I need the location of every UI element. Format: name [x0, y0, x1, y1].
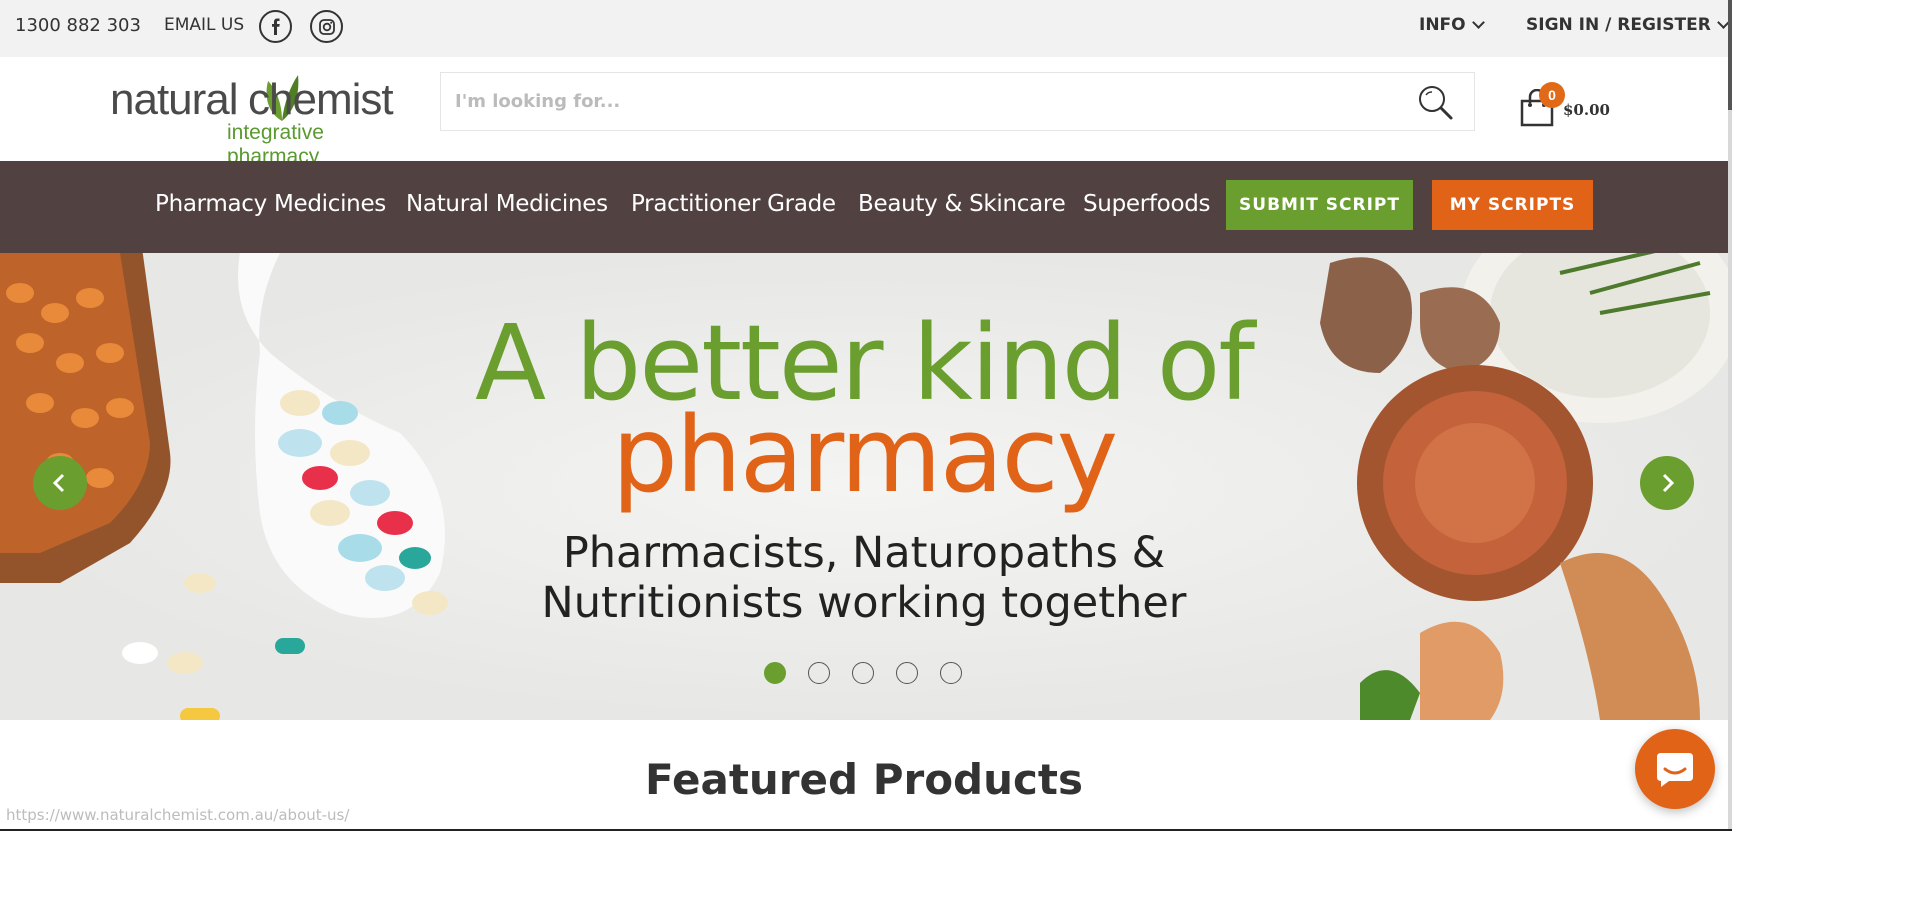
nav-natural-medicines[interactable]: Natural Medicines: [406, 191, 608, 217]
carousel-dots: [764, 662, 962, 684]
sign-in-label: SIGN IN / REGISTER: [1526, 15, 1711, 35]
web-page: 1300 882 303 EMAIL US INFO SIGN IN / REG…: [0, 0, 1728, 829]
chevron-down-icon: [1716, 16, 1728, 29]
hero-carousel: A better kind of pharmacy Pharmacists, N…: [0, 253, 1728, 720]
my-scripts-button[interactable]: MY SCRIPTS: [1432, 180, 1593, 230]
sign-in-register-menu[interactable]: SIGN IN / REGISTER: [1526, 15, 1728, 35]
search-input[interactable]: [441, 73, 1401, 130]
carousel-dot[interactable]: [852, 662, 874, 684]
logo-word-chemist: chemist: [248, 75, 394, 124]
hero-headline-line2: pharmacy: [611, 394, 1118, 516]
site-header: natural chemist integrative pharmacy 0 $…: [0, 57, 1728, 168]
phone-number-link[interactable]: 1300 882 303: [15, 15, 141, 36]
search-icon[interactable]: [1415, 83, 1455, 123]
chevron-down-icon: [1471, 16, 1485, 29]
logo-word-natural: natural: [110, 75, 239, 124]
page-scrollbar-thumb[interactable]: [1728, 0, 1732, 110]
submit-script-button[interactable]: SUBMIT SCRIPT: [1226, 180, 1413, 230]
carousel-next-button[interactable]: [1640, 456, 1694, 510]
instagram-icon[interactable]: [310, 10, 343, 43]
live-chat-button[interactable]: [1635, 729, 1715, 809]
facebook-icon[interactable]: [259, 10, 292, 43]
carousel-prev-button[interactable]: [33, 456, 87, 510]
carousel-dot[interactable]: [764, 662, 786, 684]
chevron-left-icon: [52, 473, 65, 493]
main-navigation: Pharmacy Medicines Natural Medicines Pra…: [0, 161, 1728, 253]
info-menu[interactable]: INFO: [1419, 15, 1485, 35]
info-label: INFO: [1419, 15, 1466, 35]
cart-button[interactable]: 0 $0.00: [1515, 77, 1625, 127]
carousel-dot[interactable]: [896, 662, 918, 684]
cart-total: $0.00: [1563, 101, 1610, 119]
hero-subline-line2: Nutritionists working together: [541, 578, 1187, 628]
search-bar: [440, 72, 1475, 131]
carousel-dot[interactable]: [808, 662, 830, 684]
cart-count-badge: 0: [1539, 82, 1565, 108]
nav-pharmacy-medicines[interactable]: Pharmacy Medicines: [155, 191, 386, 217]
chat-bubble-icon: [1657, 753, 1693, 787]
nav-superfoods[interactable]: Superfoods: [1083, 191, 1211, 217]
browser-viewport: 1300 882 303 EMAIL US INFO SIGN IN / REG…: [0, 0, 1920, 919]
nav-practitioner-grade[interactable]: Practitioner Grade: [631, 191, 836, 217]
chevron-right-icon: [1662, 473, 1675, 493]
site-logo[interactable]: natural chemist integrative pharmacy: [110, 71, 415, 168]
status-bar-url: https://www.naturalchemist.com.au/about-…: [6, 806, 350, 824]
email-us-link[interactable]: EMAIL US: [164, 15, 244, 35]
page-scrollbar[interactable]: [1728, 0, 1732, 831]
top-bar: 1300 882 303 EMAIL US INFO SIGN IN / REG…: [0, 0, 1728, 57]
nav-beauty-skincare[interactable]: Beauty & Skincare: [858, 191, 1066, 217]
featured-products-heading: Featured Products: [645, 755, 1083, 804]
carousel-dot[interactable]: [940, 662, 962, 684]
hero-subline-line1: Pharmacists, Naturopaths &: [562, 528, 1166, 578]
viewport-bottom-border: [0, 829, 1732, 831]
